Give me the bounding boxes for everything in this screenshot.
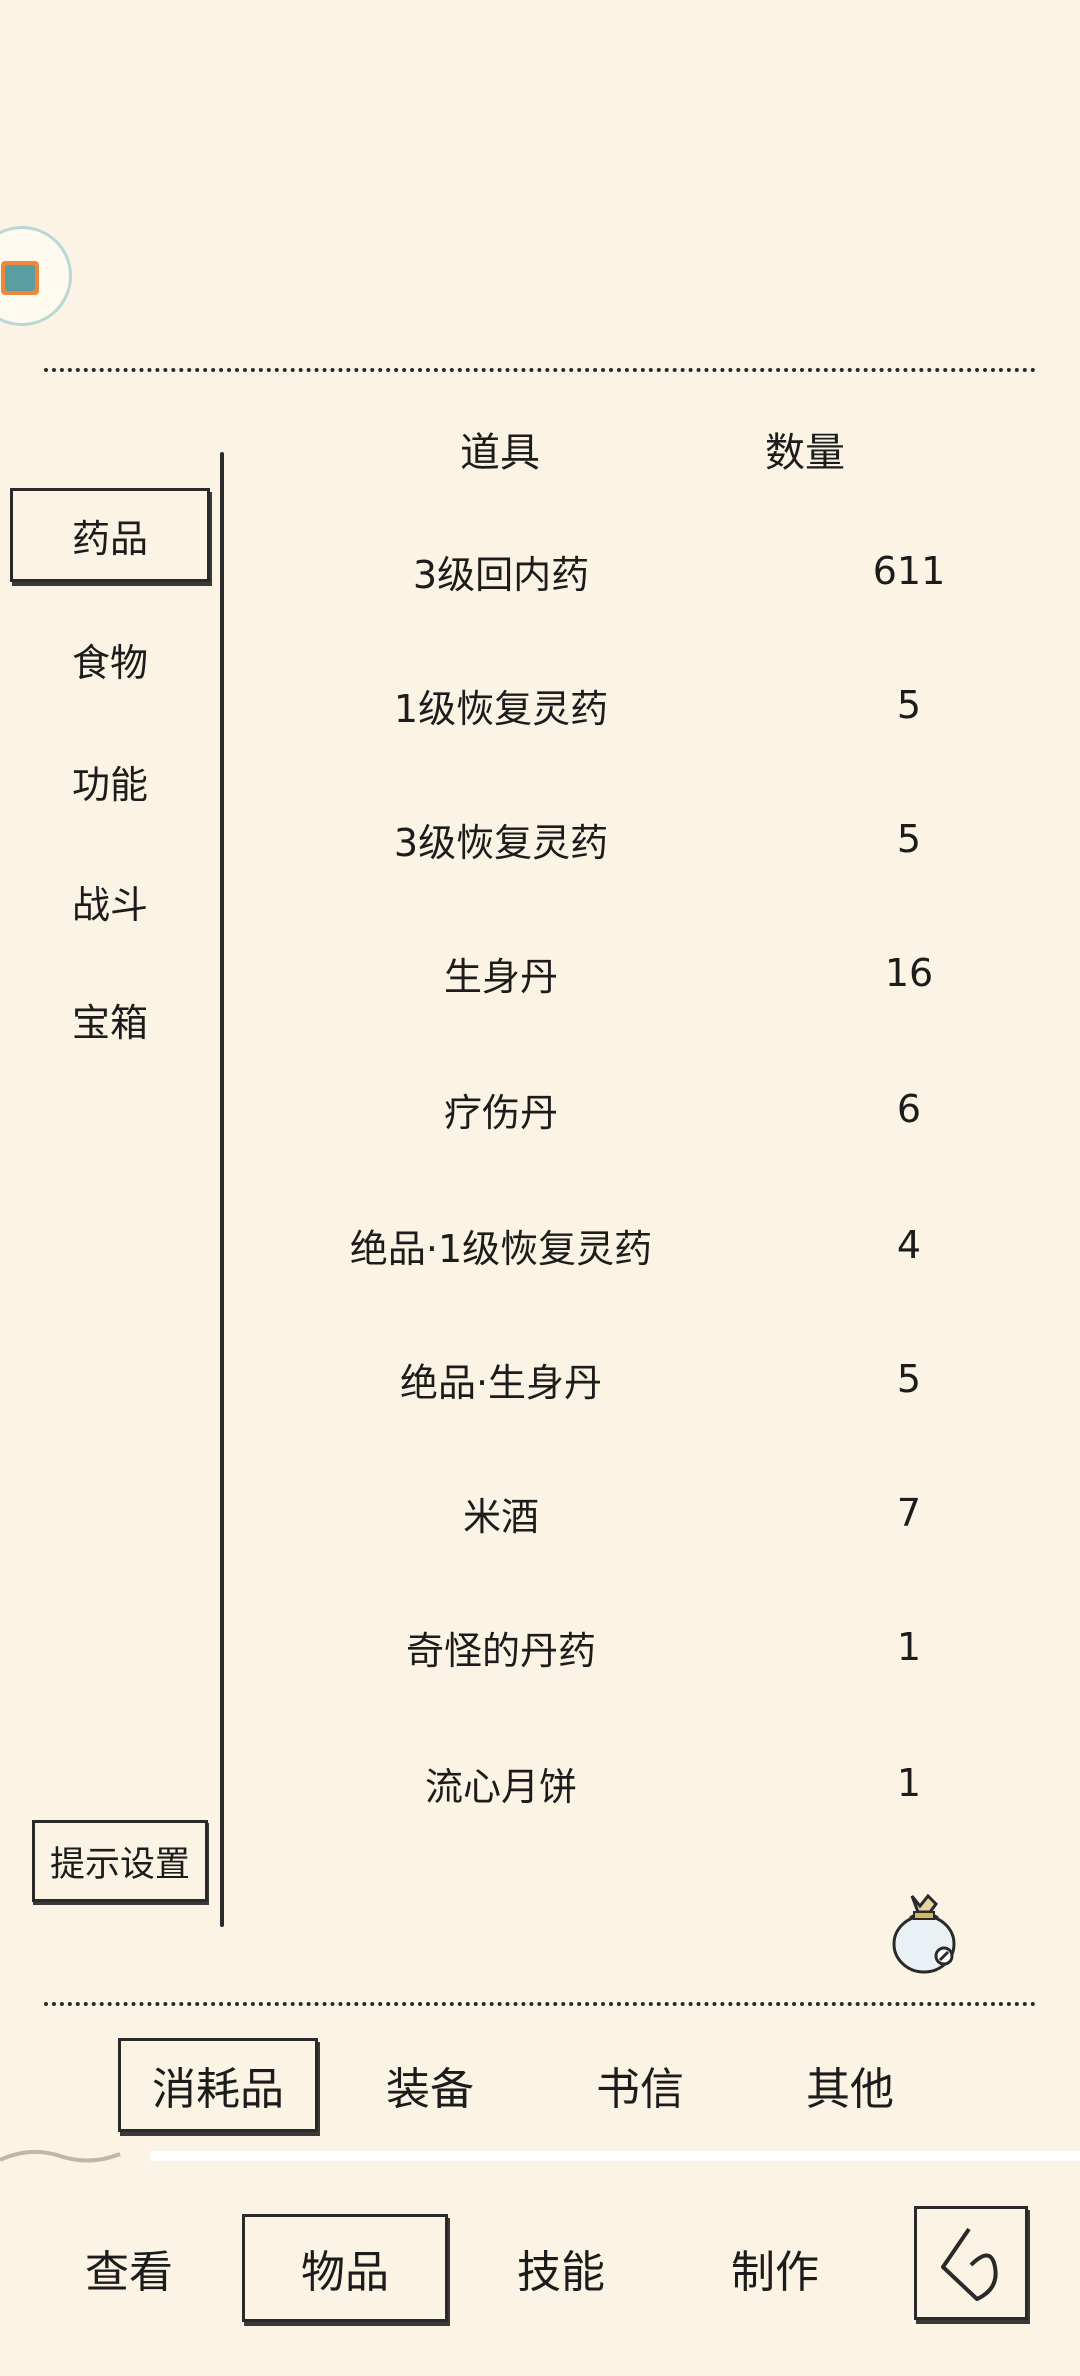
item-count: 4 (896, 1223, 922, 1267)
item-name: 3级回内药 (412, 552, 590, 597)
header-item: 道具 (460, 430, 540, 476)
item-name: 米酒 (462, 1494, 539, 1539)
nav-label: 技能 (517, 2247, 605, 2298)
table-row[interactable]: 绝品·生身丹 5 (226, 1312, 1036, 1446)
tab-label: 其他 (806, 2064, 894, 2115)
top-separator (44, 368, 1036, 372)
nav-label: 查看 (85, 2247, 173, 2298)
hint-settings-button[interactable]: 提示设置 (32, 1820, 208, 1902)
avatar-icon[interactable] (0, 226, 72, 326)
nav-label: 物品 (301, 2247, 389, 2298)
category-label: 功能 (71, 762, 148, 807)
header-count: 数量 (765, 430, 845, 476)
back-button[interactable] (914, 2206, 1028, 2320)
table-row[interactable]: 米酒 7 (226, 1446, 1036, 1580)
category-label: 宝箱 (71, 1000, 148, 1045)
category-medicine[interactable]: 药品 (10, 488, 210, 582)
item-name: 流心月饼 (424, 1764, 577, 1809)
sidebar-divider (220, 452, 224, 1927)
item-count: 611 (872, 549, 946, 593)
item-count: 5 (896, 1357, 922, 1401)
tab-label: 消耗品 (152, 2064, 284, 2115)
category-food[interactable]: 食物 (10, 612, 210, 706)
item-count: 16 (884, 951, 934, 995)
nav-divider-stroke (0, 2149, 1080, 2163)
item-name: 疗伤丹 (443, 1090, 558, 1135)
table-row[interactable]: 疗伤丹 6 (226, 1042, 1036, 1176)
money-bag-icon[interactable] (884, 1886, 964, 1976)
table-row[interactable]: 生身丹 16 (226, 906, 1036, 1040)
nav-skills[interactable]: 技能 (458, 2214, 664, 2322)
item-count: 1 (896, 1625, 922, 1669)
table-row[interactable]: 流心月饼 1 (226, 1716, 1036, 1850)
hint-settings-label: 提示设置 (49, 1844, 190, 1885)
item-count: 5 (896, 683, 922, 727)
item-name: 生身丹 (443, 954, 558, 999)
tab-other[interactable]: 其他 (750, 2038, 950, 2132)
tab-consumables[interactable]: 消耗品 (118, 2038, 318, 2132)
item-name: 3级恢复灵药 (393, 820, 609, 865)
item-count: 6 (896, 1087, 922, 1131)
item-name: 奇怪的丹药 (405, 1628, 596, 1673)
item-name: 绝品·生身丹 (399, 1360, 603, 1405)
item-count: 1 (896, 1761, 922, 1805)
table-row[interactable]: 绝品·1级恢复灵药 4 (226, 1178, 1036, 1312)
table-row[interactable]: 3级恢复灵药 5 (226, 772, 1036, 906)
item-count: 7 (896, 1491, 922, 1535)
category-label: 食物 (71, 640, 148, 685)
tab-letters[interactable]: 书信 (540, 2038, 740, 2132)
category-function[interactable]: 功能 (10, 734, 210, 828)
item-count: 5 (896, 817, 922, 861)
tab-label: 装备 (386, 2064, 474, 2115)
tab-label: 书信 (596, 2064, 684, 2115)
table-row[interactable]: 奇怪的丹药 1 (226, 1580, 1036, 1714)
back-arrow-icon (941, 2227, 998, 2301)
item-name: 1级恢复灵药 (393, 686, 609, 731)
table-row[interactable]: 3级回内药 611 (226, 504, 1036, 638)
nav-label: 制作 (731, 2247, 819, 2298)
table-row[interactable]: 1级恢复灵药 5 (226, 638, 1036, 772)
category-label: 战斗 (71, 882, 148, 927)
bottom-separator (44, 2002, 1036, 2006)
avatar-badge-front (5, 265, 35, 291)
tab-equipment[interactable]: 装备 (330, 2038, 530, 2132)
category-combat[interactable]: 战斗 (10, 854, 210, 948)
nav-view[interactable]: 查看 (26, 2214, 232, 2322)
category-chest[interactable]: 宝箱 (10, 972, 210, 1066)
nav-items[interactable]: 物品 (242, 2214, 448, 2322)
item-name: 绝品·1级恢复灵药 (349, 1226, 653, 1271)
nav-craft[interactable]: 制作 (672, 2214, 878, 2322)
category-label: 药品 (71, 516, 148, 561)
